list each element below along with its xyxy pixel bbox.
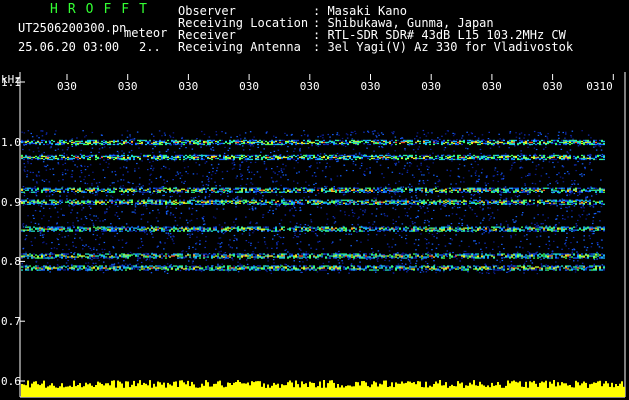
y-tick-label: 0.9: [1, 195, 21, 209]
x-tick-label: 030: [57, 80, 77, 93]
carrier-band: [21, 253, 605, 259]
x-tick-label: 030: [481, 80, 502, 93]
y-tick-label: 0.7: [1, 315, 21, 329]
x-tick-label: 030: [239, 80, 259, 93]
y-tick-label: 1.1: [1, 76, 21, 89]
y-tick-label: 0.6: [1, 375, 21, 388]
y-tick-label: 1.0: [1, 135, 21, 149]
carrier-band: [21, 139, 605, 146]
carrier-band: [21, 154, 605, 161]
x-tick-label: 030: [299, 80, 320, 93]
x-tick-label: 030: [360, 80, 381, 93]
carrier-band: [21, 265, 605, 271]
x-tick-label: 030: [421, 80, 442, 93]
x-tick-label: 030: [117, 80, 138, 93]
x-tick-label: 0310: [586, 80, 613, 93]
amplitude-bars: [21, 380, 625, 397]
y-tick-label: 0.8: [1, 255, 21, 269]
x-tick-label: 030: [542, 80, 563, 93]
spectrogram-chart: [19, 72, 626, 398]
carrier-band: [21, 226, 605, 232]
x-tick-label: 030: [178, 80, 199, 93]
carrier-band: [21, 199, 605, 205]
carrier-band: [21, 187, 605, 193]
